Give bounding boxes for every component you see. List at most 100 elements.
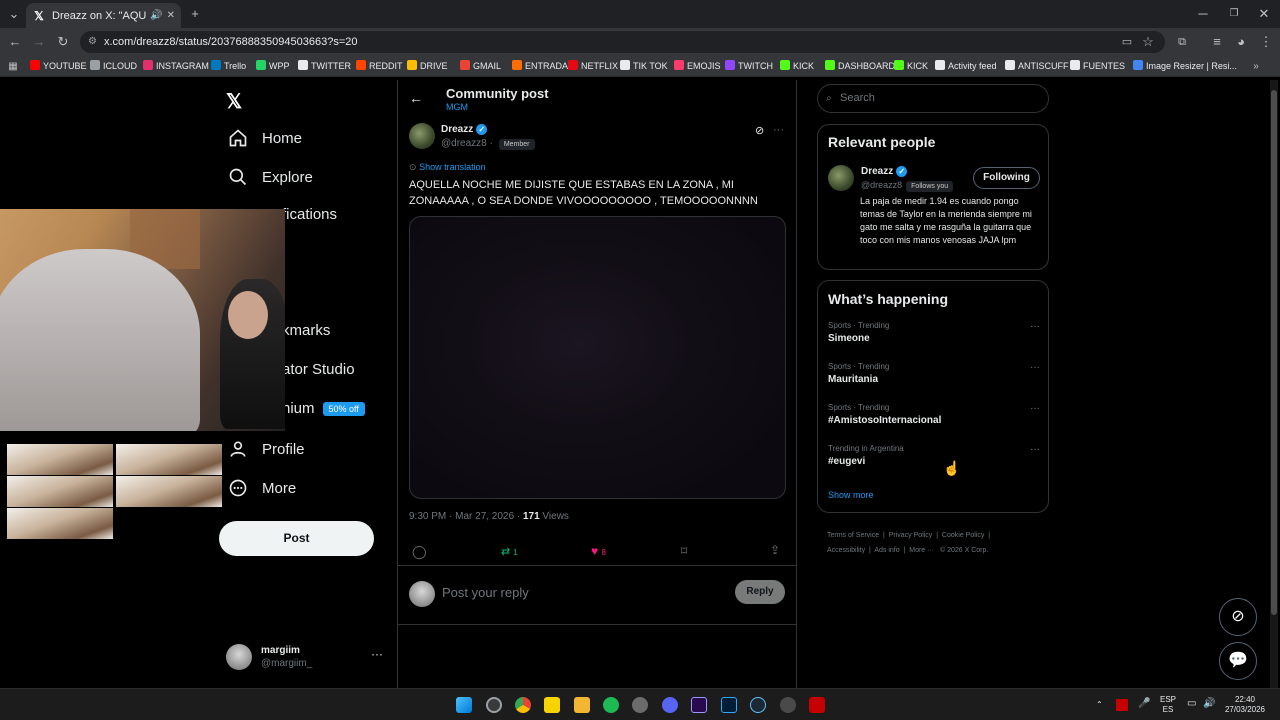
post-timestamp[interactable]: 9:30 PM · Mar 27, 2026 ·: [409, 511, 523, 522]
grok-fab-icon[interactable]: ⊘: [1219, 598, 1257, 636]
spotify-icon[interactable]: [603, 697, 619, 713]
menu-kebab-icon[interactable]: ⋮: [1259, 34, 1273, 50]
show-translation-link[interactable]: ⊙ Show translation: [409, 162, 486, 173]
bookmark-item[interactable]: YOUTUBE: [30, 59, 87, 73]
bookmark-item[interactable]: Image Resizer | Resi...: [1133, 59, 1237, 73]
reply-button[interactable]: Reply: [735, 580, 785, 604]
trend-item[interactable]: Sports · Trending Mauritania ···: [828, 362, 1040, 385]
bookmark-item[interactable]: ENTRADA: [512, 59, 568, 73]
repost-action[interactable]: ⇄ 1: [501, 545, 518, 558]
trend-item[interactable]: Sports · Trending #AmistosoInternacional ·…: [828, 403, 1040, 426]
nav-home[interactable]: Home: [228, 128, 302, 148]
chrome-taskbar-icon[interactable]: [515, 697, 531, 713]
new-tab-icon[interactable]: +: [188, 6, 202, 22]
profile-avatar-icon[interactable]: ◕: [1234, 34, 1248, 50]
relevant-handle[interactable]: @dreazz8: [861, 180, 902, 190]
nav-premium[interactable]: nium 50% off: [282, 400, 365, 417]
post-more-icon[interactable]: ···: [773, 124, 784, 136]
bookmark-item[interactable]: EMOJIS: [674, 59, 721, 73]
scrollbar-thumb[interactable]: [1271, 90, 1277, 615]
microphone-icon[interactable]: 🎤: [1138, 699, 1150, 709]
tab-active[interactable]: 𝕏 Dreazz on X: "AQUELLA NO 🔊 ✕: [26, 3, 181, 28]
more-bookmarks-icon[interactable]: »: [1250, 59, 1262, 75]
tab-search-icon[interactable]: ⌄: [6, 6, 22, 22]
bookmark-star-icon[interactable]: ☆: [1141, 34, 1155, 50]
author-avatar[interactable]: [409, 123, 435, 149]
bookmark-item[interactable]: ANTISCUFF: [1005, 59, 1069, 73]
bookmark-item[interactable]: ICLOUD: [90, 59, 137, 73]
forward-icon[interactable]: →: [32, 34, 46, 50]
cookie-link[interactable]: Cookie Policy: [942, 532, 984, 539]
author-handle[interactable]: @dreazz8: [441, 138, 487, 149]
bookmark-item[interactable]: TWITCH: [725, 59, 773, 73]
relevant-name[interactable]: Dreazz: [861, 166, 893, 177]
cast-icon[interactable]: ▭: [1120, 34, 1134, 50]
bookmark-item[interactable]: WPP: [256, 59, 290, 73]
nav-notifications[interactable]: fications: [282, 206, 337, 223]
x-logo-icon[interactable]: 𝕏: [226, 89, 242, 114]
volume-icon[interactable]: 🔊: [1203, 699, 1215, 709]
following-button[interactable]: Following: [973, 167, 1040, 189]
tray-chevron-icon[interactable]: ⌃: [1096, 700, 1103, 710]
bookmark-item[interactable]: DRIVE: [407, 59, 448, 73]
clock[interactable]: 22:40 27/03/2026: [1222, 695, 1268, 715]
reply-icon[interactable]: ◯: [412, 544, 427, 560]
bookmark-item[interactable]: NETFLIX: [568, 59, 618, 73]
bookmark-item[interactable]: GMAIL: [460, 59, 501, 73]
footer-more-link[interactable]: More ···: [909, 547, 934, 554]
steam-icon[interactable]: [750, 697, 766, 713]
bookmark-item[interactable]: INSTAGRAM: [143, 59, 209, 73]
terms-link[interactable]: Terms of Service: [827, 532, 879, 539]
file-explorer-icon[interactable]: [574, 697, 590, 713]
discord-icon[interactable]: [662, 697, 678, 713]
show-more-link[interactable]: Show more: [828, 490, 874, 500]
network-icon[interactable]: ▭: [1187, 699, 1196, 709]
search-input[interactable]: ⌕ Search: [817, 84, 1049, 113]
taskbar-app-icon[interactable]: [780, 697, 796, 713]
bookmark-item[interactable]: TIK TOK: [620, 59, 668, 73]
extensions-icon[interactable]: ⧉: [1175, 34, 1189, 50]
address-bar[interactable]: ⚙ x.com/dreazz8/status/20376888350945036…: [80, 31, 1165, 53]
account-switcher[interactable]: margiim @margiim_ ···: [226, 644, 386, 674]
nav-creator-studio[interactable]: ator Studio: [282, 361, 355, 378]
nav-more[interactable]: More: [228, 478, 296, 498]
reload-icon[interactable]: ↻: [56, 34, 70, 50]
restore-icon[interactable]: ❐: [1227, 6, 1241, 22]
photoshop-icon[interactable]: [721, 697, 737, 713]
bookmark-item[interactable]: KICK: [780, 59, 814, 73]
taskbar-app-icon[interactable]: [632, 697, 648, 713]
bookmark-item[interactable]: TWITTER: [298, 59, 351, 73]
author-name[interactable]: Dreazz: [441, 124, 473, 135]
community-link[interactable]: MGM: [446, 102, 468, 112]
nav-profile[interactable]: Profile: [228, 439, 305, 459]
bookmark-icon[interactable]: ⌑: [681, 544, 687, 558]
relevant-avatar[interactable]: [828, 165, 854, 191]
trend-more-icon[interactable]: ···: [1030, 362, 1040, 373]
reply-input[interactable]: Post your reply: [442, 585, 529, 600]
bookmark-item[interactable]: REDDIT: [356, 59, 403, 73]
share-icon[interactable]: ⇪: [770, 543, 780, 557]
like-action[interactable]: ♥ 8: [591, 544, 606, 558]
taskbar-app-icon[interactable]: [809, 697, 825, 713]
site-info-icon[interactable]: ⚙: [88, 31, 97, 53]
taskbar-app-icon[interactable]: [486, 697, 502, 713]
bookmark-item[interactable]: DASHBOARD: [825, 59, 895, 73]
sticky-notes-icon[interactable]: [544, 697, 560, 713]
tray-app-icon[interactable]: [1116, 699, 1128, 711]
trend-item[interactable]: Trending in Argentina #eugevi ···: [828, 444, 1040, 467]
tab-manager-icon[interactable]: ≡: [1210, 34, 1224, 50]
messages-fab-icon[interactable]: 💬: [1219, 642, 1257, 680]
close-tab-icon[interactable]: ✕: [167, 10, 175, 21]
start-windows-icon[interactable]: [456, 697, 472, 713]
accessibility-link[interactable]: Accessibility: [827, 547, 865, 554]
close-window-icon[interactable]: ✕: [1257, 6, 1271, 22]
premiere-icon[interactable]: [691, 697, 707, 713]
nav-explore[interactable]: Explore: [228, 167, 313, 187]
page-scrollbar[interactable]: [1270, 80, 1278, 688]
privacy-link[interactable]: Privacy Policy: [889, 532, 933, 539]
trend-more-icon[interactable]: ···: [1030, 403, 1040, 414]
trend-more-icon[interactable]: ···: [1030, 444, 1040, 455]
bookmark-item[interactable]: FUENTES: [1070, 59, 1125, 73]
back-icon[interactable]: ←: [8, 34, 22, 50]
trend-more-icon[interactable]: ···: [1030, 321, 1040, 332]
